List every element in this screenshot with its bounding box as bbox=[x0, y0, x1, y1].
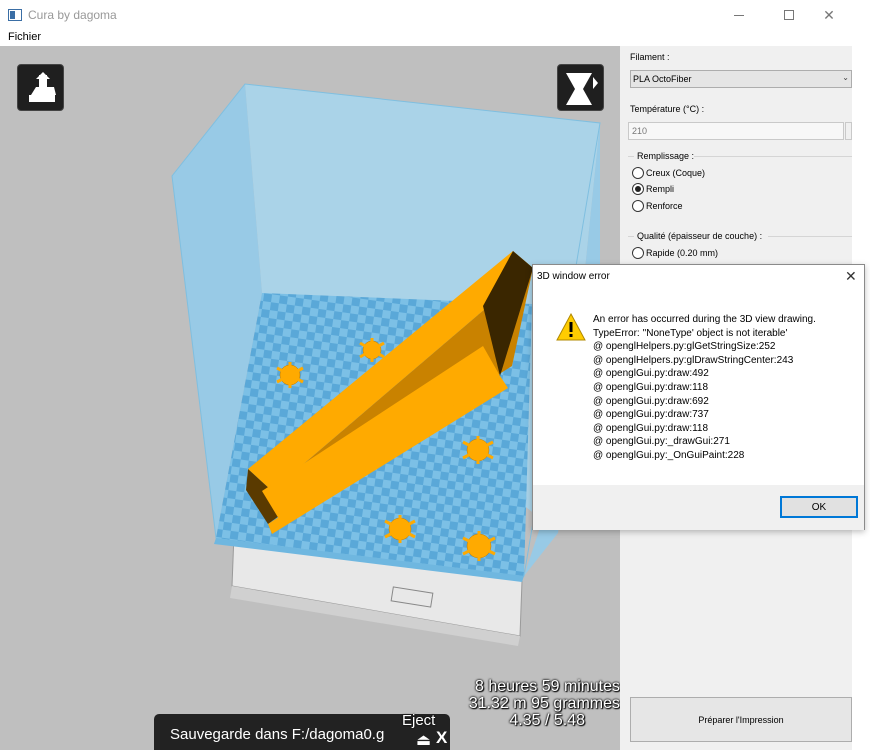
title-bar[interactable]: Cura by dagoma ✕ bbox=[0, 0, 852, 30]
error-line: @ openglGui.py:draw:492 bbox=[593, 368, 709, 380]
save-path-text: Sauvegarde dans F:/dagoma0.g bbox=[170, 726, 385, 743]
close-icon: ✕ bbox=[823, 6, 835, 23]
error-line: @ openglGui.py:draw:692 bbox=[593, 395, 709, 407]
ok-button[interactable]: OK bbox=[780, 496, 858, 518]
view-mode-icon bbox=[566, 73, 598, 105]
window-title: Cura by dagoma bbox=[28, 8, 117, 22]
cancel-save-icon[interactable]: X bbox=[436, 728, 447, 748]
radio-icon bbox=[632, 247, 644, 259]
warning-icon bbox=[556, 313, 586, 341]
error-line: TypeError: ''NoneType' object is not ite… bbox=[593, 327, 788, 339]
error-line: @ openglGui.py:_OnGuiPaint:228 bbox=[593, 449, 745, 461]
menu-bar: Fichier bbox=[0, 30, 852, 46]
eject-icon[interactable]: ⏏ bbox=[416, 730, 431, 750]
error-line: An error has occurred during the 3D view… bbox=[593, 314, 816, 325]
quality-label: Qualité (épaisseur de couche) : bbox=[637, 231, 763, 241]
radio-selected-icon bbox=[632, 183, 644, 195]
infill-option-rempli[interactable]: Rempli bbox=[632, 183, 674, 195]
filament-value: PLA OctoFiber bbox=[633, 74, 692, 84]
error-line: @ openglGui.py:draw:737 bbox=[593, 409, 709, 421]
infill-option-renforce[interactable]: Renforce bbox=[632, 200, 683, 212]
quality-option-label: Rapide (0.20 mm) bbox=[646, 248, 719, 258]
app-icon bbox=[8, 9, 22, 21]
print-time-text: 8 heures 59 minutes bbox=[475, 678, 620, 695]
temperature-spin-arrows[interactable] bbox=[845, 122, 852, 140]
infill-option-label: Creux (Coque) bbox=[646, 168, 706, 178]
minimize-button[interactable] bbox=[716, 0, 762, 30]
radio-icon bbox=[632, 167, 644, 179]
error-line: @ openglHelpers.py:glDrawStringCenter:24… bbox=[593, 354, 794, 366]
load-model-button[interactable] bbox=[17, 64, 64, 111]
material-usage-text: 31.32 m 95 grammes bbox=[468, 695, 620, 712]
close-button[interactable]: ✕ bbox=[806, 0, 852, 30]
infill-option-creux[interactable]: Creux (Coque) bbox=[632, 167, 705, 179]
chevron-down-icon: ⌄ bbox=[842, 73, 849, 82]
save-to-sd-bar[interactable]: Sauvegarde dans F:/dagoma0.g Eject ⏏ X bbox=[154, 712, 450, 750]
eject-label: Eject bbox=[402, 712, 436, 729]
menu-file[interactable]: Fichier bbox=[8, 31, 41, 43]
infill-group-line-left bbox=[628, 156, 634, 157]
quality-group-line-right bbox=[768, 236, 852, 237]
temperature-label: Température (°C) : bbox=[630, 104, 705, 114]
dialog-footer: OK bbox=[533, 485, 864, 530]
error-line: @ openglHelpers.py:glGetStringSize:252 bbox=[593, 341, 776, 353]
infill-group-line-right bbox=[694, 156, 852, 157]
temperature-value: 210 bbox=[632, 126, 648, 136]
error-line: @ openglGui.py:draw:118 bbox=[593, 381, 709, 393]
infill-option-label: Renforce bbox=[646, 201, 683, 211]
quality-group-line-left bbox=[628, 236, 634, 237]
temperature-field[interactable]: 210 bbox=[628, 122, 844, 140]
dialog-close-icon[interactable]: ✕ bbox=[845, 268, 857, 285]
filament-select[interactable]: PLA OctoFiber ⌄ bbox=[630, 70, 852, 88]
filament-label: Filament : bbox=[630, 52, 670, 62]
error-line: @ openglGui.py:draw:118 bbox=[593, 422, 709, 434]
error-line: @ openglGui.py:_drawGui:271 bbox=[593, 436, 730, 448]
error-message: An error has occurred during the 3D view… bbox=[593, 313, 816, 463]
quality-option-rapide[interactable]: Rapide (0.20 mm) bbox=[632, 247, 718, 259]
maximize-icon bbox=[784, 10, 794, 20]
prepare-print-button[interactable]: Préparer l'Impression bbox=[630, 697, 852, 742]
minimize-icon bbox=[734, 14, 744, 16]
view-mode-button[interactable] bbox=[557, 64, 604, 111]
infill-option-label: Rempli bbox=[646, 184, 675, 194]
error-dialog: 3D window error ✕ An error has occurred … bbox=[532, 264, 865, 530]
load-model-icon bbox=[29, 72, 56, 102]
3d-viewport[interactable]: 8 heures 59 minutes 31.32 m 95 grammes 4… bbox=[0, 46, 620, 750]
radio-icon bbox=[632, 200, 644, 212]
cost-text: 4.35 / 5.48 bbox=[509, 712, 585, 729]
dialog-title: 3D window error bbox=[537, 271, 610, 282]
3d-scene bbox=[171, 83, 601, 646]
infill-label: Remplissage : bbox=[637, 151, 695, 161]
